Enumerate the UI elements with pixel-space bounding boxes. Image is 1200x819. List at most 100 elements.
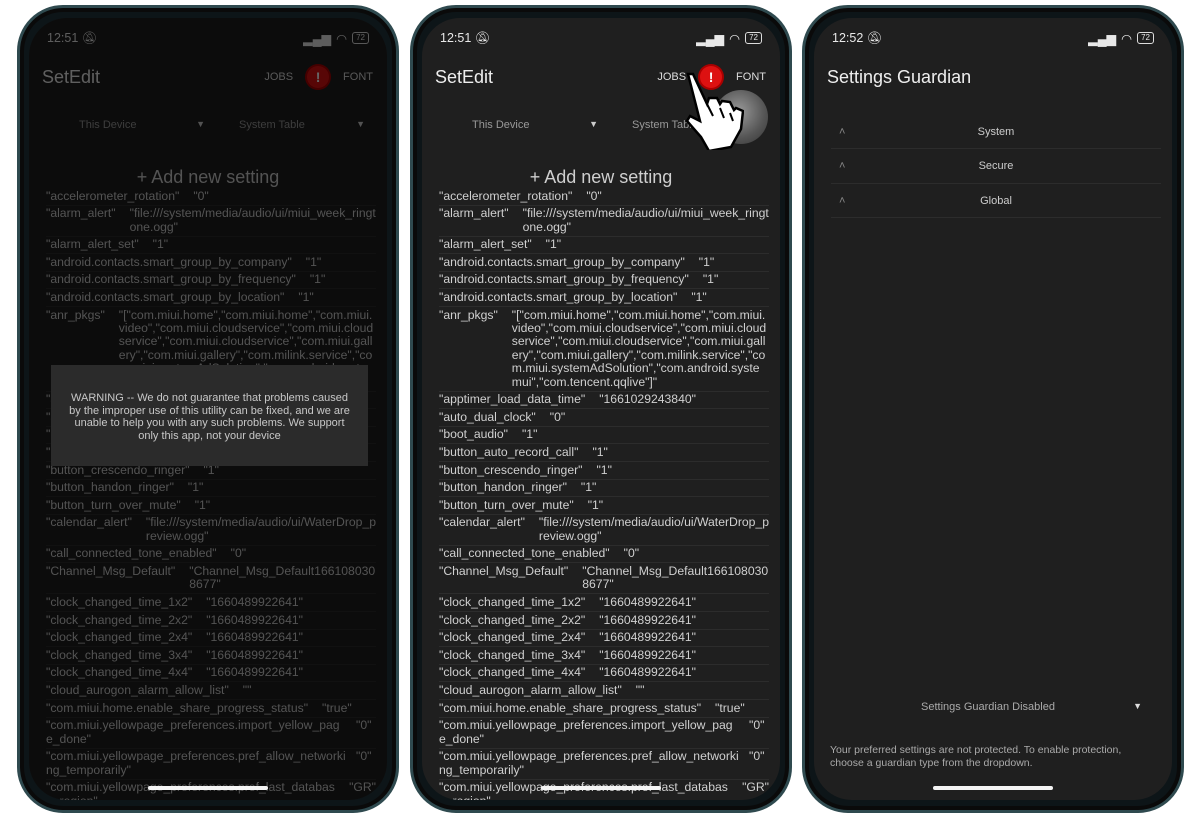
home-indicator[interactable]	[541, 786, 661, 790]
device-dropdown-label: This Device	[472, 119, 530, 131]
setting-row[interactable]: "clock_changed_time_4x4" "1660489922641"	[439, 665, 769, 683]
setting-row[interactable]: "button_crescendo_ringer" "1"	[439, 462, 769, 480]
home-indicator[interactable]	[933, 786, 1053, 790]
clock: 12:51	[440, 30, 472, 45]
setting-key: "alarm_alert"	[439, 206, 509, 221]
setting-key: "com.miui.yellowpage_preferences.pref_la…	[439, 780, 732, 800]
setting-value: "1660489922641"	[599, 612, 696, 627]
setting-row[interactable]: "calendar_alert" "file:///system/media/au…	[439, 515, 769, 546]
setting-row[interactable]: "com.miui.home.enable_share_progress_sta…	[439, 700, 769, 718]
guardian-item-system[interactable]: ˄ System	[831, 115, 1161, 149]
setting-key: "accelerometer_rotation"	[439, 188, 573, 203]
setting-row[interactable]: "button_handon_ringer" "1"	[439, 480, 769, 498]
setting-value: "1661029243840"	[599, 392, 696, 407]
setting-key: "alarm_alert_set"	[439, 237, 532, 252]
setting-row[interactable]: "alarm_alert" "file:///system/media/audio…	[439, 206, 769, 237]
setting-key: "clock_changed_time_2x4"	[439, 630, 586, 645]
status-bar: 12:51 🔕︎ ▂▄▆ ◠ 72	[440, 30, 762, 46]
setting-key: "anr_pkgs"	[439, 307, 498, 322]
guardian-type-dropdown[interactable]: Settings Guardian Disabled ▼	[834, 701, 1142, 713]
setting-row[interactable]: "clock_changed_time_1x2" "1660489922641"	[439, 594, 769, 612]
setting-row[interactable]: "auto_dual_clock" "0"	[439, 409, 769, 427]
setting-row[interactable]: "accelerometer_rotation" "0"	[439, 188, 769, 206]
setting-key: "cloud_aurogon_alarm_allow_list"	[439, 682, 622, 697]
setting-key: "boot_audio"	[439, 427, 508, 442]
device-dropdown[interactable]: This Device ▼	[472, 119, 598, 131]
setting-value: "1"	[521, 427, 538, 442]
setting-row[interactable]: "button_auto_record_call" "1"	[439, 444, 769, 462]
dropdown-arrow-icon: ▼	[589, 119, 598, 129]
wifi-icon: ◠	[729, 31, 741, 46]
wifi-icon: ◠	[1121, 31, 1133, 46]
setting-value: "1"	[698, 254, 715, 269]
setting-row[interactable]: "call_connected_tone_enabled" "0"	[439, 546, 769, 564]
page-title: Settings Guardian	[827, 66, 972, 87]
setting-row[interactable]: "android.contacts.smart_group_by_frequen…	[439, 272, 769, 290]
setting-row[interactable]: "alarm_alert_set" "1"	[439, 237, 769, 255]
setting-key: "com.miui.yellowpage_preferences.import_…	[439, 718, 733, 746]
setting-row[interactable]: "com.miui.yellowpage_preferences.pref_al…	[439, 749, 769, 780]
setting-value: "1"	[587, 497, 604, 512]
status-bar: 12:52 🔕︎ ▂▄▆ ◠ 72	[832, 30, 1154, 46]
setting-value: "Channel_Msg_Default1661080308677"	[582, 563, 769, 592]
hand-cursor-icon	[685, 72, 744, 150]
setting-row[interactable]: "clock_changed_time_2x4" "1660489922641"	[439, 630, 769, 648]
chevron-up-icon[interactable]: ˄	[831, 195, 859, 207]
setting-row[interactable]: "android.contacts.smart_group_by_locatio…	[439, 289, 769, 307]
setting-value: "1"	[545, 237, 562, 252]
setting-key: "calendar_alert"	[439, 515, 525, 530]
screen: 12:51 🔕︎ ▂▄▆◠72 SetEdit JOBS ! FONT This…	[422, 18, 780, 800]
warning-dialog: WARNING -- We do not guarantee that prob…	[51, 365, 368, 466]
setting-value: "0"	[586, 188, 602, 203]
signal-icon: ▂▄▆	[1088, 31, 1117, 46]
phone-guardian: 12:52 🔕︎ ▂▄▆ ◠ 72 Settings Guardian ˄ Syste…	[802, 5, 1184, 813]
setting-key: "android.contacts.smart_group_by_locatio…	[439, 289, 678, 304]
screen: 12:52 🔕︎ ▂▄▆ ◠ 72 Settings Guardian ˄ Syste…	[814, 18, 1172, 800]
setting-value: ""	[635, 682, 645, 697]
setting-row[interactable]: "android.contacts.smart_group_by_company…	[439, 254, 769, 272]
setting-value: "GR"	[742, 780, 769, 795]
setting-value: "file:///system/media/audio/ui/miui_week…	[522, 206, 769, 234]
mute-bell-icon: 🔕︎	[866, 30, 883, 45]
chevron-up-icon[interactable]: ˄	[831, 160, 859, 172]
setting-row[interactable]: "apptimer_load_data_time" "1661029243840"	[439, 392, 769, 410]
setting-row[interactable]: "button_turn_over_mute" "1"	[439, 497, 769, 515]
setting-value: "1660489922641"	[599, 665, 696, 680]
setting-key: "com.miui.home.enable_share_progress_sta…	[439, 700, 702, 715]
setting-value: "1660489922641"	[599, 630, 696, 645]
phone-setedit: 12:51 🔕︎ ▂▄▆ ◠ 72 SetEdit JOBS ! FONT This…	[410, 5, 792, 813]
setting-row[interactable]: "cloud_aurogon_alarm_allow_list" ""	[439, 682, 769, 700]
battery-icon: 72	[745, 32, 762, 44]
setting-value: "0"	[749, 718, 765, 733]
chevron-up-icon[interactable]: ˄	[831, 126, 859, 138]
setting-key: "call_connected_tone_enabled"	[439, 546, 610, 561]
setting-key: "android.contacts.smart_group_by_company…	[439, 254, 685, 269]
setting-key: "auto_dual_clock"	[439, 409, 536, 424]
setting-value: "["com.miui.home","com.miui.home","com.m…	[511, 307, 767, 389]
setting-key: "clock_changed_time_2x2"	[439, 612, 586, 627]
setting-row[interactable]: "boot_audio" "1"	[439, 427, 769, 445]
guardian-item-secure[interactable]: ˄ Secure	[831, 150, 1161, 184]
setting-key: "button_handon_ringer"	[439, 480, 567, 495]
add-new-setting-button[interactable]: + Add new setting	[422, 167, 780, 188]
setting-key: "clock_changed_time_4x4"	[439, 665, 586, 680]
dropdown-arrow-icon: ▼	[1133, 701, 1142, 711]
setting-value: "1"	[592, 444, 608, 459]
guardian-item-global[interactable]: ˄ Global	[831, 184, 1161, 218]
setting-row[interactable]: "clock_changed_time_2x2" "1660489922641"	[439, 612, 769, 630]
setting-row[interactable]: "clock_changed_time_3x4" "1660489922641"	[439, 647, 769, 665]
screen: 12:51 🔕︎ ▂▄▆◠72 SetEdit JOBS ! FONT This…	[29, 18, 387, 800]
setting-row[interactable]: "Channel_Msg_Default" "Channel_Msg_Defaul…	[439, 563, 769, 595]
setting-key: "com.miui.yellowpage_preferences.pref_al…	[439, 749, 739, 777]
setting-value: "1"	[691, 289, 707, 304]
mute-bell-icon: 🔕︎	[474, 30, 491, 45]
setting-row[interactable]: "anr_pkgs" "["com.miui.home","com.miui.ho…	[439, 307, 769, 392]
signal-icon: ▂▄▆	[696, 31, 725, 46]
setting-value: "1"	[596, 462, 612, 477]
battery-icon: 72	[1137, 32, 1154, 44]
guardian-note: Your preferred settings are not protecte…	[830, 744, 1122, 769]
setting-row[interactable]: "com.miui.yellowpage_preferences.import_…	[439, 718, 769, 749]
home-indicator[interactable]	[148, 786, 268, 790]
settings-list[interactable]: "accelerometer_rotation" "0" "alarm_alert"…	[439, 188, 769, 800]
setting-value: "file:///system/media/audio/ui/WaterDrop…	[538, 515, 770, 543]
